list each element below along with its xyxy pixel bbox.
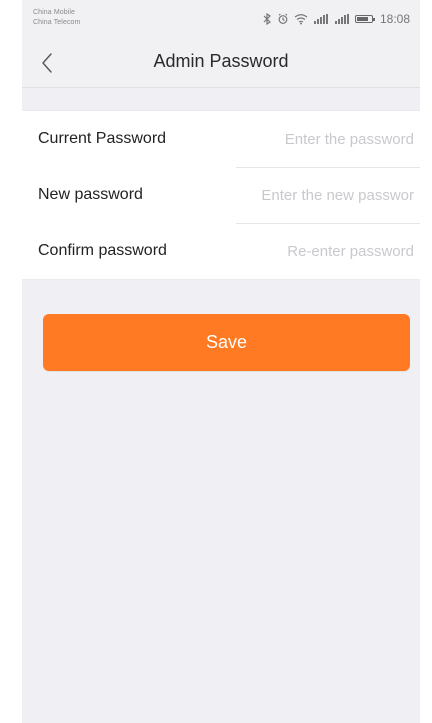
new-password-label: New password bbox=[38, 186, 143, 203]
wifi-icon bbox=[294, 13, 308, 25]
current-password-row: Current Password bbox=[22, 111, 420, 167]
signal-icon bbox=[334, 13, 350, 25]
battery-fill bbox=[356, 17, 368, 21]
carrier-secondary: China Telecom bbox=[33, 19, 81, 26]
page-title: Admin Password bbox=[153, 51, 289, 71]
password-form: Current Password New password Confirm pa… bbox=[22, 110, 420, 280]
signal-icon bbox=[313, 13, 329, 25]
save-container: Save bbox=[22, 280, 420, 371]
status-bar: China Mobile China Telecom 18:08 bbox=[22, 0, 420, 40]
save-button[interactable]: Save bbox=[43, 314, 410, 371]
new-password-row: New password bbox=[22, 167, 420, 223]
confirm-password-label: Confirm password bbox=[38, 242, 167, 259]
status-indicators: 18:08 bbox=[262, 12, 410, 26]
current-password-label: Current Password bbox=[38, 130, 167, 147]
carrier-info: China Mobile China Telecom bbox=[33, 8, 80, 28]
bluetooth-icon bbox=[262, 13, 272, 25]
status-time: 18:08 bbox=[379, 12, 410, 26]
confirm-password-input[interactable] bbox=[228, 242, 414, 260]
carrier-primary: China Mobile bbox=[33, 9, 76, 16]
alarm-icon bbox=[277, 13, 289, 25]
battery-tip bbox=[372, 18, 375, 21]
current-password-input[interactable] bbox=[228, 130, 414, 148]
confirm-password-row: Confirm password bbox=[22, 223, 420, 279]
battery-icon bbox=[354, 15, 375, 23]
section-spacer bbox=[22, 88, 420, 110]
app-screen: China Mobile China Telecom 18:08 Admin P… bbox=[22, 0, 420, 723]
new-password-input[interactable] bbox=[228, 186, 414, 204]
header-bar: Admin Password bbox=[22, 40, 420, 88]
